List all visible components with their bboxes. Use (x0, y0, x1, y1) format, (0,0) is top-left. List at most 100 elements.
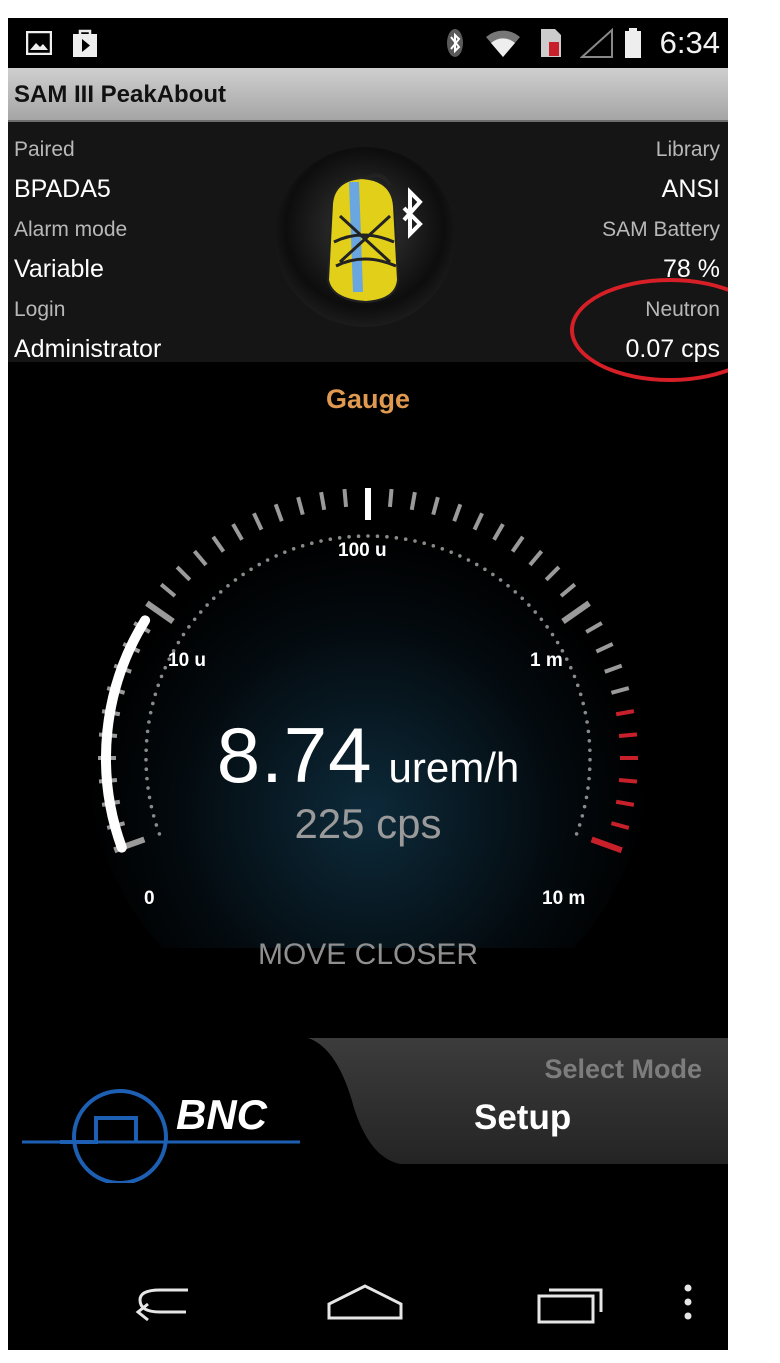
gauge-dot (291, 547, 296, 551)
status-bar: 6:34 (8, 18, 728, 68)
gauge-dot (449, 550, 453, 554)
gauge-dot (274, 554, 278, 558)
sam-battery-label: SAM Battery (602, 218, 720, 241)
alarm-mode-label: Alarm mode (14, 218, 128, 241)
paired-value: BPADA5 (14, 175, 111, 203)
gauge-dot (569, 665, 573, 670)
recent-apps-icon[interactable] (526, 1272, 616, 1332)
move-closer-hint: MOVE CLOSER (257, 938, 479, 971)
gauge-dot (181, 632, 186, 637)
gauge-dot (431, 544, 436, 548)
gauge-dot (527, 603, 531, 607)
scale-label-10m: 10 m (542, 888, 586, 909)
gauge-dot (176, 640, 181, 645)
app-title: SAM III PeakAbout (14, 81, 227, 108)
gauge-dot (156, 683, 161, 688)
sim-icon (536, 18, 566, 68)
gauge-dot (375, 534, 380, 539)
gauge-tick (387, 488, 394, 508)
gauge-dot (483, 567, 487, 572)
gauge-dot (513, 590, 518, 594)
gauge-dot (159, 674, 164, 679)
gauge-dot (226, 583, 230, 588)
gauge-dot (151, 701, 155, 706)
scale-label-0: 0 (144, 888, 155, 909)
gauge-dot (403, 537, 408, 542)
gauge-dot (520, 596, 525, 601)
mode-setup-button[interactable]: Setup (474, 1098, 571, 1138)
gauge-dot (218, 590, 223, 594)
gauge-dot (466, 558, 471, 562)
gauge-dot (163, 665, 167, 670)
gauge-dot (422, 541, 427, 546)
login-label: Login (14, 298, 66, 321)
gauge-dot (211, 596, 216, 601)
gauge-dot (233, 578, 238, 582)
dose-rate-unit: urem/h (388, 744, 520, 791)
gauge-dot (198, 610, 203, 614)
android-navigation-bar (8, 1254, 728, 1350)
backpack-bluetooth-icon[interactable] (270, 142, 460, 332)
bnc-logo: BNC (16, 1073, 306, 1185)
scale-label-100u: 100 u (338, 540, 387, 561)
gauge-dot (506, 583, 510, 588)
back-icon[interactable] (120, 1272, 210, 1332)
wifi-icon (482, 18, 524, 68)
gauge-dot (555, 640, 560, 645)
gauge-dot (550, 632, 555, 637)
gauge-dot (581, 701, 585, 706)
count-rate-value: 225 cps (294, 800, 442, 847)
app-title-bar: SAM III PeakAbout (8, 68, 728, 122)
gauge-dot (564, 657, 569, 661)
gauge-dot (283, 550, 287, 554)
gauge-dot (309, 541, 314, 546)
overflow-menu-icon[interactable] (668, 1272, 708, 1332)
gauge-title: Gauge (325, 384, 411, 414)
gauge-dial (88, 478, 648, 1038)
gauge-dot (575, 683, 580, 688)
gauge-dot (300, 544, 305, 548)
gauge-dot (572, 674, 577, 679)
gauge-dot (347, 535, 351, 539)
gauge-dot (474, 562, 479, 567)
gauge-dot (153, 692, 158, 697)
gauge-dot (545, 625, 549, 629)
gauge-dot (578, 692, 583, 697)
gauge-dot (413, 539, 417, 543)
gauge-dot (458, 554, 462, 558)
gauge-dot (394, 536, 399, 540)
status-clock: 6:34 (659, 25, 720, 60)
gauge-dot (257, 562, 262, 567)
gauge-dot (440, 547, 445, 551)
dose-rate-value: 8.74 (216, 711, 373, 799)
signal-icon (576, 18, 618, 68)
battery-icon (622, 18, 644, 68)
login-value: Administrator (14, 335, 162, 363)
paired-label: Paired (14, 138, 75, 161)
gauge-dot (385, 535, 389, 539)
gauge-dot (328, 537, 333, 542)
gauge-dot (265, 558, 270, 562)
gauge-tick (342, 488, 349, 508)
gauge-dot (192, 617, 197, 622)
phone-screen: 6:34 SAM III PeakAbout Paired BPADA5 Ala… (8, 18, 728, 1350)
library-value: ANSI (661, 175, 720, 203)
home-icon[interactable] (320, 1272, 410, 1332)
gauge-dot (498, 578, 503, 582)
bnc-logo-text: BNC (176, 1091, 267, 1138)
gauge-dot (539, 617, 544, 622)
gallery-icon (22, 18, 56, 68)
dose-rate-gauge: 0 10 u 100 u 1 m 10 m 8.74 urem/h 225 cps (8, 448, 728, 1038)
gauge-dot (205, 603, 209, 607)
gauge-dot (319, 539, 323, 543)
alarm-mode-value: Variable (14, 255, 104, 283)
play-store-icon (68, 18, 102, 68)
scale-label-10u: 10 u (168, 650, 207, 671)
gauge-dot (241, 572, 245, 577)
bluetooth-icon (440, 18, 470, 68)
gauge-dot (249, 567, 253, 572)
gauge-dot (491, 572, 495, 577)
gauge-dot (366, 534, 370, 538)
scale-label-1m: 1 m (530, 650, 563, 671)
library-label: Library (655, 138, 720, 161)
